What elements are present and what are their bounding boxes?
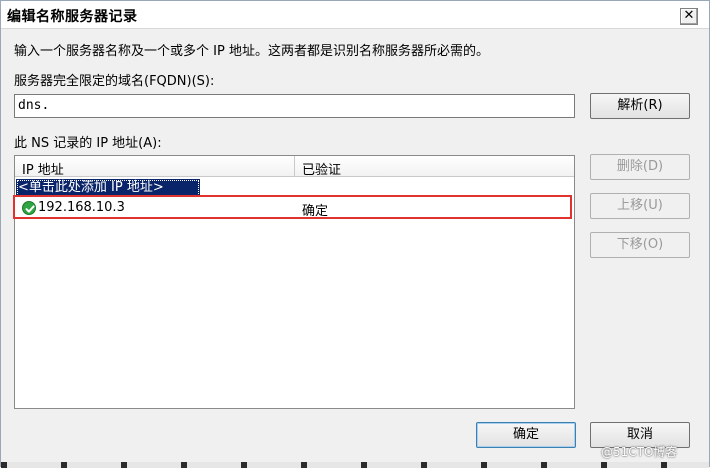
title-bar: 编辑名称服务器记录 ✕ xyxy=(1,1,709,29)
edit-name-server-dialog: 编辑名称服务器记录 ✕ 输入一个服务器名称及一个或多个 IP 地址。这两者都是识… xyxy=(0,0,710,468)
move-up-button[interactable]: 上移(U) xyxy=(590,193,690,219)
close-button[interactable]: ✕ xyxy=(680,8,698,25)
description-text: 输入一个服务器名称及一个或多个 IP 地址。这两者都是识别名称服务器所必需的。 xyxy=(14,44,489,59)
dialog-title: 编辑名称服务器记录 xyxy=(7,9,138,25)
close-icon: ✕ xyxy=(683,8,695,23)
ip-list-label: 此 NS 记录的 IP 地址(A): xyxy=(14,136,162,151)
verified-cell: 确定 xyxy=(302,204,329,219)
column-separator[interactable] xyxy=(294,156,295,177)
background-taskbar-strip xyxy=(1,462,709,468)
ok-button[interactable]: 确定 xyxy=(476,422,576,448)
column-verified[interactable]: 已验证 xyxy=(302,159,341,178)
resolve-button[interactable]: 解析(R) xyxy=(590,93,690,119)
list-header: IP 地址 已验证 xyxy=(15,156,574,178)
move-down-button[interactable]: 下移(O) xyxy=(590,232,690,258)
add-ip-address-row[interactable]: <单击此处添加 IP 地址> xyxy=(16,179,200,197)
check-circle-icon xyxy=(22,201,36,215)
ip-address-list[interactable]: IP 地址 已验证 <单击此处添加 IP 地址> 192.168.10.3 确定 xyxy=(14,155,575,409)
ip-address-cell: 192.168.10.3 xyxy=(38,200,125,215)
table-row[interactable]: 192.168.10.3 确定 xyxy=(16,198,573,219)
watermark: @51CTO博客 xyxy=(601,445,678,459)
column-ip-address[interactable]: IP 地址 xyxy=(22,159,64,178)
delete-button[interactable]: 删除(D) xyxy=(590,154,690,180)
fqdn-input[interactable]: dns. xyxy=(14,94,575,118)
fqdn-label: 服务器完全限定的域名(FQDN)(S): xyxy=(14,74,215,89)
